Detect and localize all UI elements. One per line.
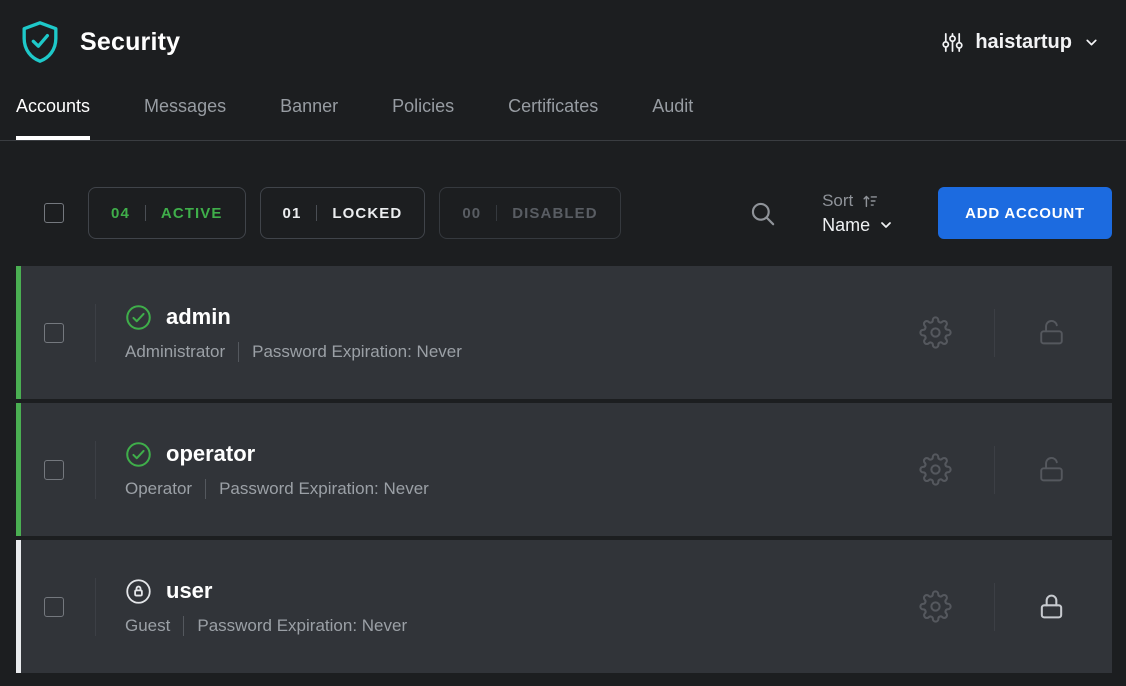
row-actions [919,309,1112,357]
array-name: haistartup [975,31,1072,54]
filter-disabled-label: DISABLED [512,205,597,222]
settings-button[interactable] [919,590,952,623]
filter-disabled-button[interactable]: 00 DISABLED [439,187,620,239]
account-role: Operator [125,479,192,499]
tab-certificates[interactable]: Certificates [508,84,598,140]
add-account-button[interactable]: ADD ACCOUNT [938,187,1112,239]
security-page: Security haistartup Accounts Messages Ba… [0,0,1126,686]
divider [183,616,184,636]
accounts-toolbar: 04 ACTIVE 01 LOCKED 00 DISABLED Sort [16,187,1112,239]
tab-messages[interactable]: Messages [144,84,226,140]
account-main: user Guest Password Expiration: Never [125,578,407,636]
sort-icon [861,192,879,210]
divider [496,205,497,221]
sort-value: Name [822,215,870,236]
lock-action-button[interactable] [1037,455,1066,484]
lock-open-icon [1037,455,1066,484]
filter-disabled-count: 00 [462,205,481,222]
lock-closed-icon [1037,592,1066,621]
page-title: Security [80,28,180,57]
lock-action-button[interactable] [1037,592,1066,621]
search-button[interactable] [749,200,776,227]
lock-action-button[interactable] [1037,318,1066,347]
gear-icon [919,316,952,349]
account-name: user [166,578,212,604]
password-expiration: Password Expiration: Never [197,616,407,636]
select-all-checkbox[interactable] [44,203,64,223]
tab-banner[interactable]: Banner [280,84,338,140]
account-main: operator Operator Password Expiration: N… [125,441,429,499]
divider [994,446,995,494]
chevron-down-icon [1083,34,1100,51]
account-row: user Guest Password Expiration: Never [16,540,1112,673]
filter-active-count: 04 [111,205,130,222]
shield-check-icon [20,20,60,64]
divider [994,583,995,631]
divider [205,479,206,499]
chevron-down-icon [878,217,894,233]
tab-audit[interactable]: Audit [652,84,693,140]
brand: Security [20,20,180,64]
filter-locked-button[interactable]: 01 LOCKED [260,187,426,239]
settings-button[interactable] [919,453,952,486]
row-checkbox[interactable] [44,460,64,480]
sort-control[interactable]: Sort Name [822,191,894,236]
gear-icon [919,590,952,623]
lock-open-icon [1037,318,1066,347]
account-role: Administrator [125,342,225,362]
check-circle-icon [125,441,152,468]
account-role: Guest [125,616,170,636]
password-expiration: Password Expiration: Never [252,342,462,362]
row-actions [919,446,1112,494]
divider [316,205,317,221]
sliders-icon [941,31,964,54]
divider [145,205,146,221]
row-actions [919,583,1112,631]
settings-button[interactable] [919,316,952,349]
filter-active-button[interactable]: 04 ACTIVE [88,187,246,239]
check-circle-icon [125,304,152,331]
divider [95,578,96,636]
filter-active-label: ACTIVE [161,205,223,222]
filter-locked-label: LOCKED [332,205,402,222]
account-main: admin Administrator Password Expiration:… [125,304,462,362]
row-checkbox[interactable] [44,597,64,617]
account-row: admin Administrator Password Expiration:… [16,266,1112,399]
sort-label: Sort [822,191,853,211]
account-list: admin Administrator Password Expiration:… [16,266,1112,673]
password-expiration: Password Expiration: Never [219,479,429,499]
account-name: operator [166,441,255,467]
search-icon [749,200,776,227]
tab-accounts[interactable]: Accounts [16,84,90,140]
row-checkbox[interactable] [44,323,64,343]
gear-icon [919,453,952,486]
divider [238,342,239,362]
tab-policies[interactable]: Policies [392,84,454,140]
array-switcher[interactable]: haistartup [941,31,1100,54]
account-row: operator Operator Password Expiration: N… [16,403,1112,536]
divider [95,441,96,499]
account-name: admin [166,304,231,330]
divider [95,304,96,362]
divider [994,309,995,357]
filter-locked-count: 01 [283,205,302,222]
top-bar: Security haistartup [0,0,1126,84]
lock-circle-icon [125,578,152,605]
tab-bar: Accounts Messages Banner Policies Certif… [0,84,1126,141]
